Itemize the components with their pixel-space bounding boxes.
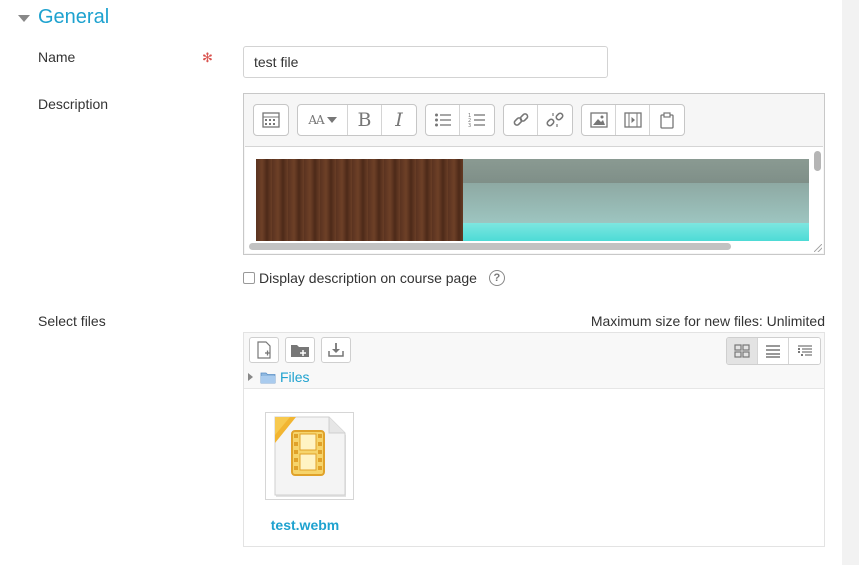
- media-button[interactable]: [616, 105, 650, 135]
- svg-text:3: 3: [468, 123, 471, 128]
- toolbar-toggle-button[interactable]: [254, 105, 288, 135]
- right-gutter: [842, 0, 859, 565]
- toolbar-group-insert: [581, 104, 685, 136]
- font-style-icon: AA: [308, 113, 324, 127]
- ordered-list-button[interactable]: 123: [460, 105, 494, 135]
- file-manager-toolbar: Files: [244, 333, 824, 389]
- chevron-down-icon: [326, 117, 337, 123]
- toolbar-group-style: AA B I: [297, 104, 417, 136]
- add-file-button[interactable]: [249, 337, 279, 363]
- bold-icon: B: [357, 109, 372, 131]
- media-icon: [623, 112, 642, 128]
- embedded-video-frame[interactable]: [256, 159, 809, 241]
- file-thumbnail[interactable]: [265, 412, 354, 500]
- display-description-checkbox[interactable]: [243, 272, 255, 284]
- toolbar-group-links: [503, 104, 573, 136]
- manage-files-button[interactable]: [650, 105, 684, 135]
- description-label: Description: [38, 96, 109, 112]
- unlink-icon: [546, 112, 564, 127]
- manage-files-icon: [660, 112, 674, 129]
- toolbar-group-list: 123: [425, 104, 495, 136]
- breadcrumb: Files: [248, 369, 310, 385]
- resize-handle-icon[interactable]: [814, 244, 822, 252]
- image-ceiling: [463, 159, 809, 183]
- create-folder-button[interactable]: [285, 337, 315, 363]
- unordered-list-icon: [434, 113, 451, 127]
- video-file-icon: [274, 416, 346, 497]
- expand-arrow-icon[interactable]: [248, 373, 253, 381]
- list-view-icon: [766, 345, 780, 358]
- display-description-row: Display description on course page ?: [243, 270, 505, 286]
- max-size-text: Maximum size for new files: Unlimited: [590, 313, 825, 329]
- file-name-link[interactable]: test.webm: [244, 517, 366, 533]
- italic-button[interactable]: I: [382, 105, 416, 135]
- help-icon[interactable]: ?: [488, 270, 505, 286]
- image-curtain: [256, 159, 463, 241]
- image-light: [463, 223, 809, 241]
- unordered-list-button[interactable]: [426, 105, 460, 135]
- files-root-link[interactable]: Files: [280, 369, 310, 385]
- view-icons-button[interactable]: [727, 338, 758, 364]
- file-manager: Files test.webm: [243, 332, 825, 547]
- section-header-general[interactable]: General: [18, 4, 109, 30]
- toolbar-group-collapse: [253, 104, 289, 136]
- collapse-caret-icon: [18, 14, 30, 22]
- font-style-button[interactable]: AA: [298, 105, 348, 135]
- editor-content-area[interactable]: [245, 146, 823, 253]
- required-icon: ✻: [202, 50, 213, 65]
- add-file-icon: [257, 341, 271, 359]
- name-input[interactable]: [243, 46, 608, 78]
- vertical-scrollbar[interactable]: [814, 151, 821, 171]
- description-editor[interactable]: AA B I 123: [243, 93, 825, 255]
- ordered-list-icon: 123: [468, 113, 485, 128]
- horizontal-scrollbar[interactable]: [249, 243, 731, 250]
- grid-view-icon: [734, 344, 750, 358]
- view-tree-button[interactable]: [789, 338, 820, 364]
- tree-view-icon: [797, 345, 812, 356]
- toolbar-toggle-icon: [262, 112, 280, 128]
- create-folder-icon: [291, 345, 309, 357]
- section-title: General: [38, 5, 110, 28]
- download-button[interactable]: [321, 337, 351, 363]
- bold-button[interactable]: B: [348, 105, 382, 135]
- folder-icon: [260, 372, 276, 383]
- select-files-label: Select files: [38, 313, 106, 329]
- download-icon: [328, 343, 344, 357]
- italic-icon: I: [395, 109, 403, 131]
- editor-toolbar: AA B I 123: [244, 94, 824, 146]
- display-description-label[interactable]: Display description on course page: [259, 270, 477, 286]
- link-button[interactable]: [504, 105, 538, 135]
- link-icon: [513, 113, 528, 126]
- view-list-button[interactable]: [758, 338, 789, 364]
- image-button[interactable]: [582, 105, 616, 135]
- image-icon: [589, 112, 608, 128]
- image-wall: [463, 183, 809, 223]
- name-label: Name: [38, 49, 76, 65]
- view-mode-group: [726, 337, 821, 365]
- unlink-button[interactable]: [538, 105, 572, 135]
